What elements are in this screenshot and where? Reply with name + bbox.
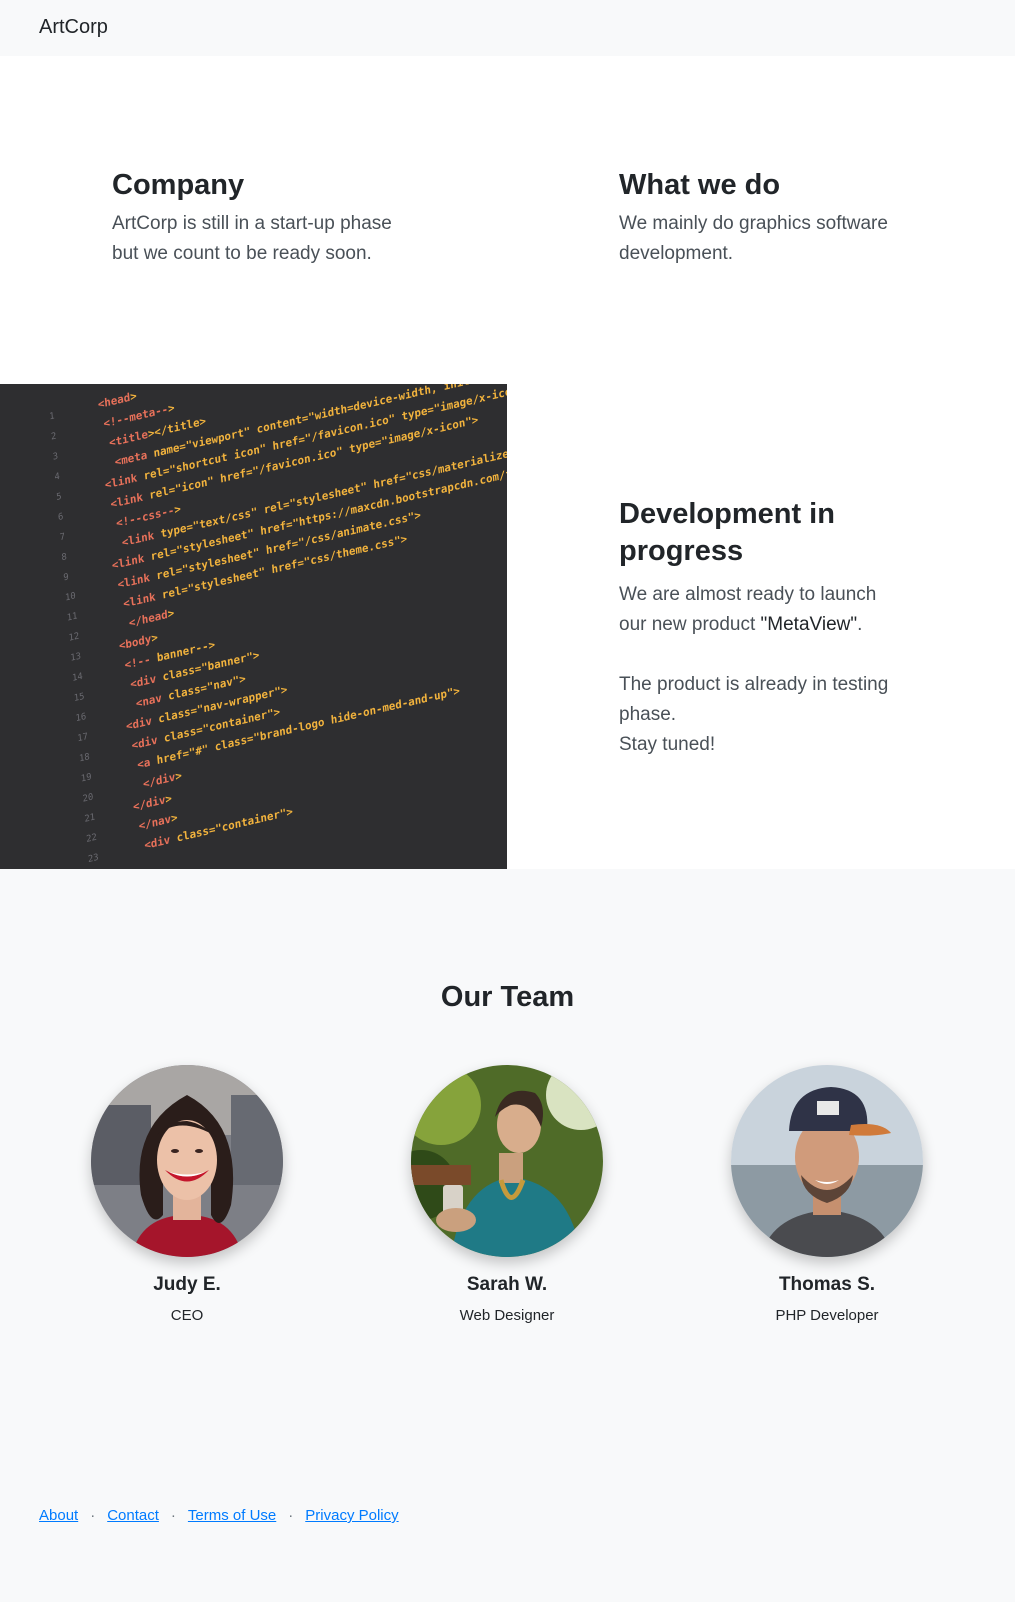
footer-links: About · Contact · Terms of Use · Privacy Polic…: [39, 1506, 399, 1526]
separator-dot: ·: [90, 1507, 96, 1524]
code-line: <head>: [97, 389, 137, 411]
footer-link-contact[interactable]: Contact: [107, 1507, 159, 1524]
what-we-do-title: What we do: [619, 169, 781, 201]
line-number: 3: [52, 452, 58, 463]
avatar-sarah: [411, 1065, 603, 1257]
line-number: 10: [65, 591, 76, 603]
line-number: 11: [66, 611, 77, 623]
showcase-line-2: The product is already in testing phase.: [619, 674, 889, 725]
code-line: </div>: [142, 769, 182, 791]
line-number: 20: [82, 792, 93, 804]
showcase-line-3: Stay tuned!: [619, 734, 716, 755]
code-line: </nav>: [138, 811, 178, 833]
code-line: </head>: [128, 606, 175, 630]
line-number: 17: [77, 732, 88, 744]
line-number: 19: [81, 772, 92, 784]
company-text: ArtCorp is still in a start-up phase but…: [112, 213, 392, 264]
line-number: 16: [75, 712, 86, 724]
company-block: Company ArtCorp is still in a start-up p…: [112, 168, 412, 269]
code-lines-graphic: <head>1 <!--meta-->2 <title></title>3 <meta…: [49, 384, 507, 865]
member-name: Judy E.: [153, 1274, 221, 1295]
line-number: 18: [79, 752, 90, 764]
company-title: Company: [112, 169, 245, 201]
team-member-judy: Judy E. CEO: [87, 1065, 287, 1326]
line-number: 15: [74, 692, 85, 704]
showcase-text-after: .: [857, 614, 863, 635]
line-number: 7: [59, 532, 65, 543]
line-number: 1: [49, 411, 55, 422]
line-number: 5: [56, 492, 62, 503]
showcase-section: <head> 1 <!--meta--> 2 <title></title> 3 <meta…: [0, 384, 1015, 869]
line-number: 9: [63, 572, 69, 583]
showcase-paragraph: We are almost ready to launch our new pr…: [619, 580, 909, 640]
avatar-thomas: [731, 1065, 923, 1257]
member-name: Sarah W.: [466, 1274, 548, 1295]
showcase-text-block: Development in progress We are almost re…: [619, 496, 909, 760]
line-number: 4: [54, 472, 60, 483]
what-we-do-block: What we do We mainly do graphics softwar…: [619, 168, 919, 269]
footer-link-privacy[interactable]: Privacy Policy: [305, 1507, 398, 1524]
team-section: Our Team Judy E. CEO Sarah W. Web Design…: [0, 869, 1015, 1602]
team-member-sarah: Sarah W. Web Designer: [407, 1065, 607, 1326]
what-we-do-text: We mainly do graphics software developme…: [619, 213, 888, 264]
code-line: <div class="container">: [144, 805, 294, 852]
code-line: <body>: [118, 631, 158, 653]
code-screenshot-image: <head> 1 <!--meta--> 2 <title></title> 3 <meta…: [0, 384, 507, 869]
member-role: Web Designer: [459, 1307, 555, 1324]
line-number: 2: [51, 431, 57, 442]
product-name: "MetaView": [760, 614, 858, 635]
team-member-thomas: Thomas S. PHP Developer: [727, 1065, 927, 1326]
line-number: 14: [72, 672, 83, 684]
code-line: </div>: [133, 792, 173, 814]
line-number: 22: [86, 833, 97, 845]
brand-link[interactable]: ArtCorp: [39, 16, 108, 39]
showcase-title: Development in progress: [619, 498, 835, 567]
line-number: 13: [70, 651, 81, 663]
footer-link-about[interactable]: About: [39, 1507, 78, 1524]
separator-dot: ·: [288, 1507, 294, 1524]
separator-dot: ·: [170, 1507, 176, 1524]
line-number: 21: [84, 812, 95, 824]
navbar: ArtCorp: [0, 0, 1015, 56]
team-title: Our Team: [440, 981, 575, 1013]
line-number: 6: [58, 512, 64, 523]
footer-link-terms[interactable]: Terms of Use: [188, 1507, 276, 1524]
member-role: CEO: [170, 1307, 204, 1324]
avatar-judy: [91, 1065, 283, 1257]
code-line: <link rel="shortcut icon" href="/favicon…: [104, 384, 507, 492]
line-number: 12: [68, 631, 79, 643]
member-name: Thomas S.: [778, 1274, 876, 1295]
line-number: 23: [88, 853, 99, 865]
line-number: 8: [61, 552, 67, 563]
intro-section: Company ArtCorp is still in a start-up p…: [0, 56, 1015, 384]
member-role: PHP Developer: [775, 1307, 879, 1324]
